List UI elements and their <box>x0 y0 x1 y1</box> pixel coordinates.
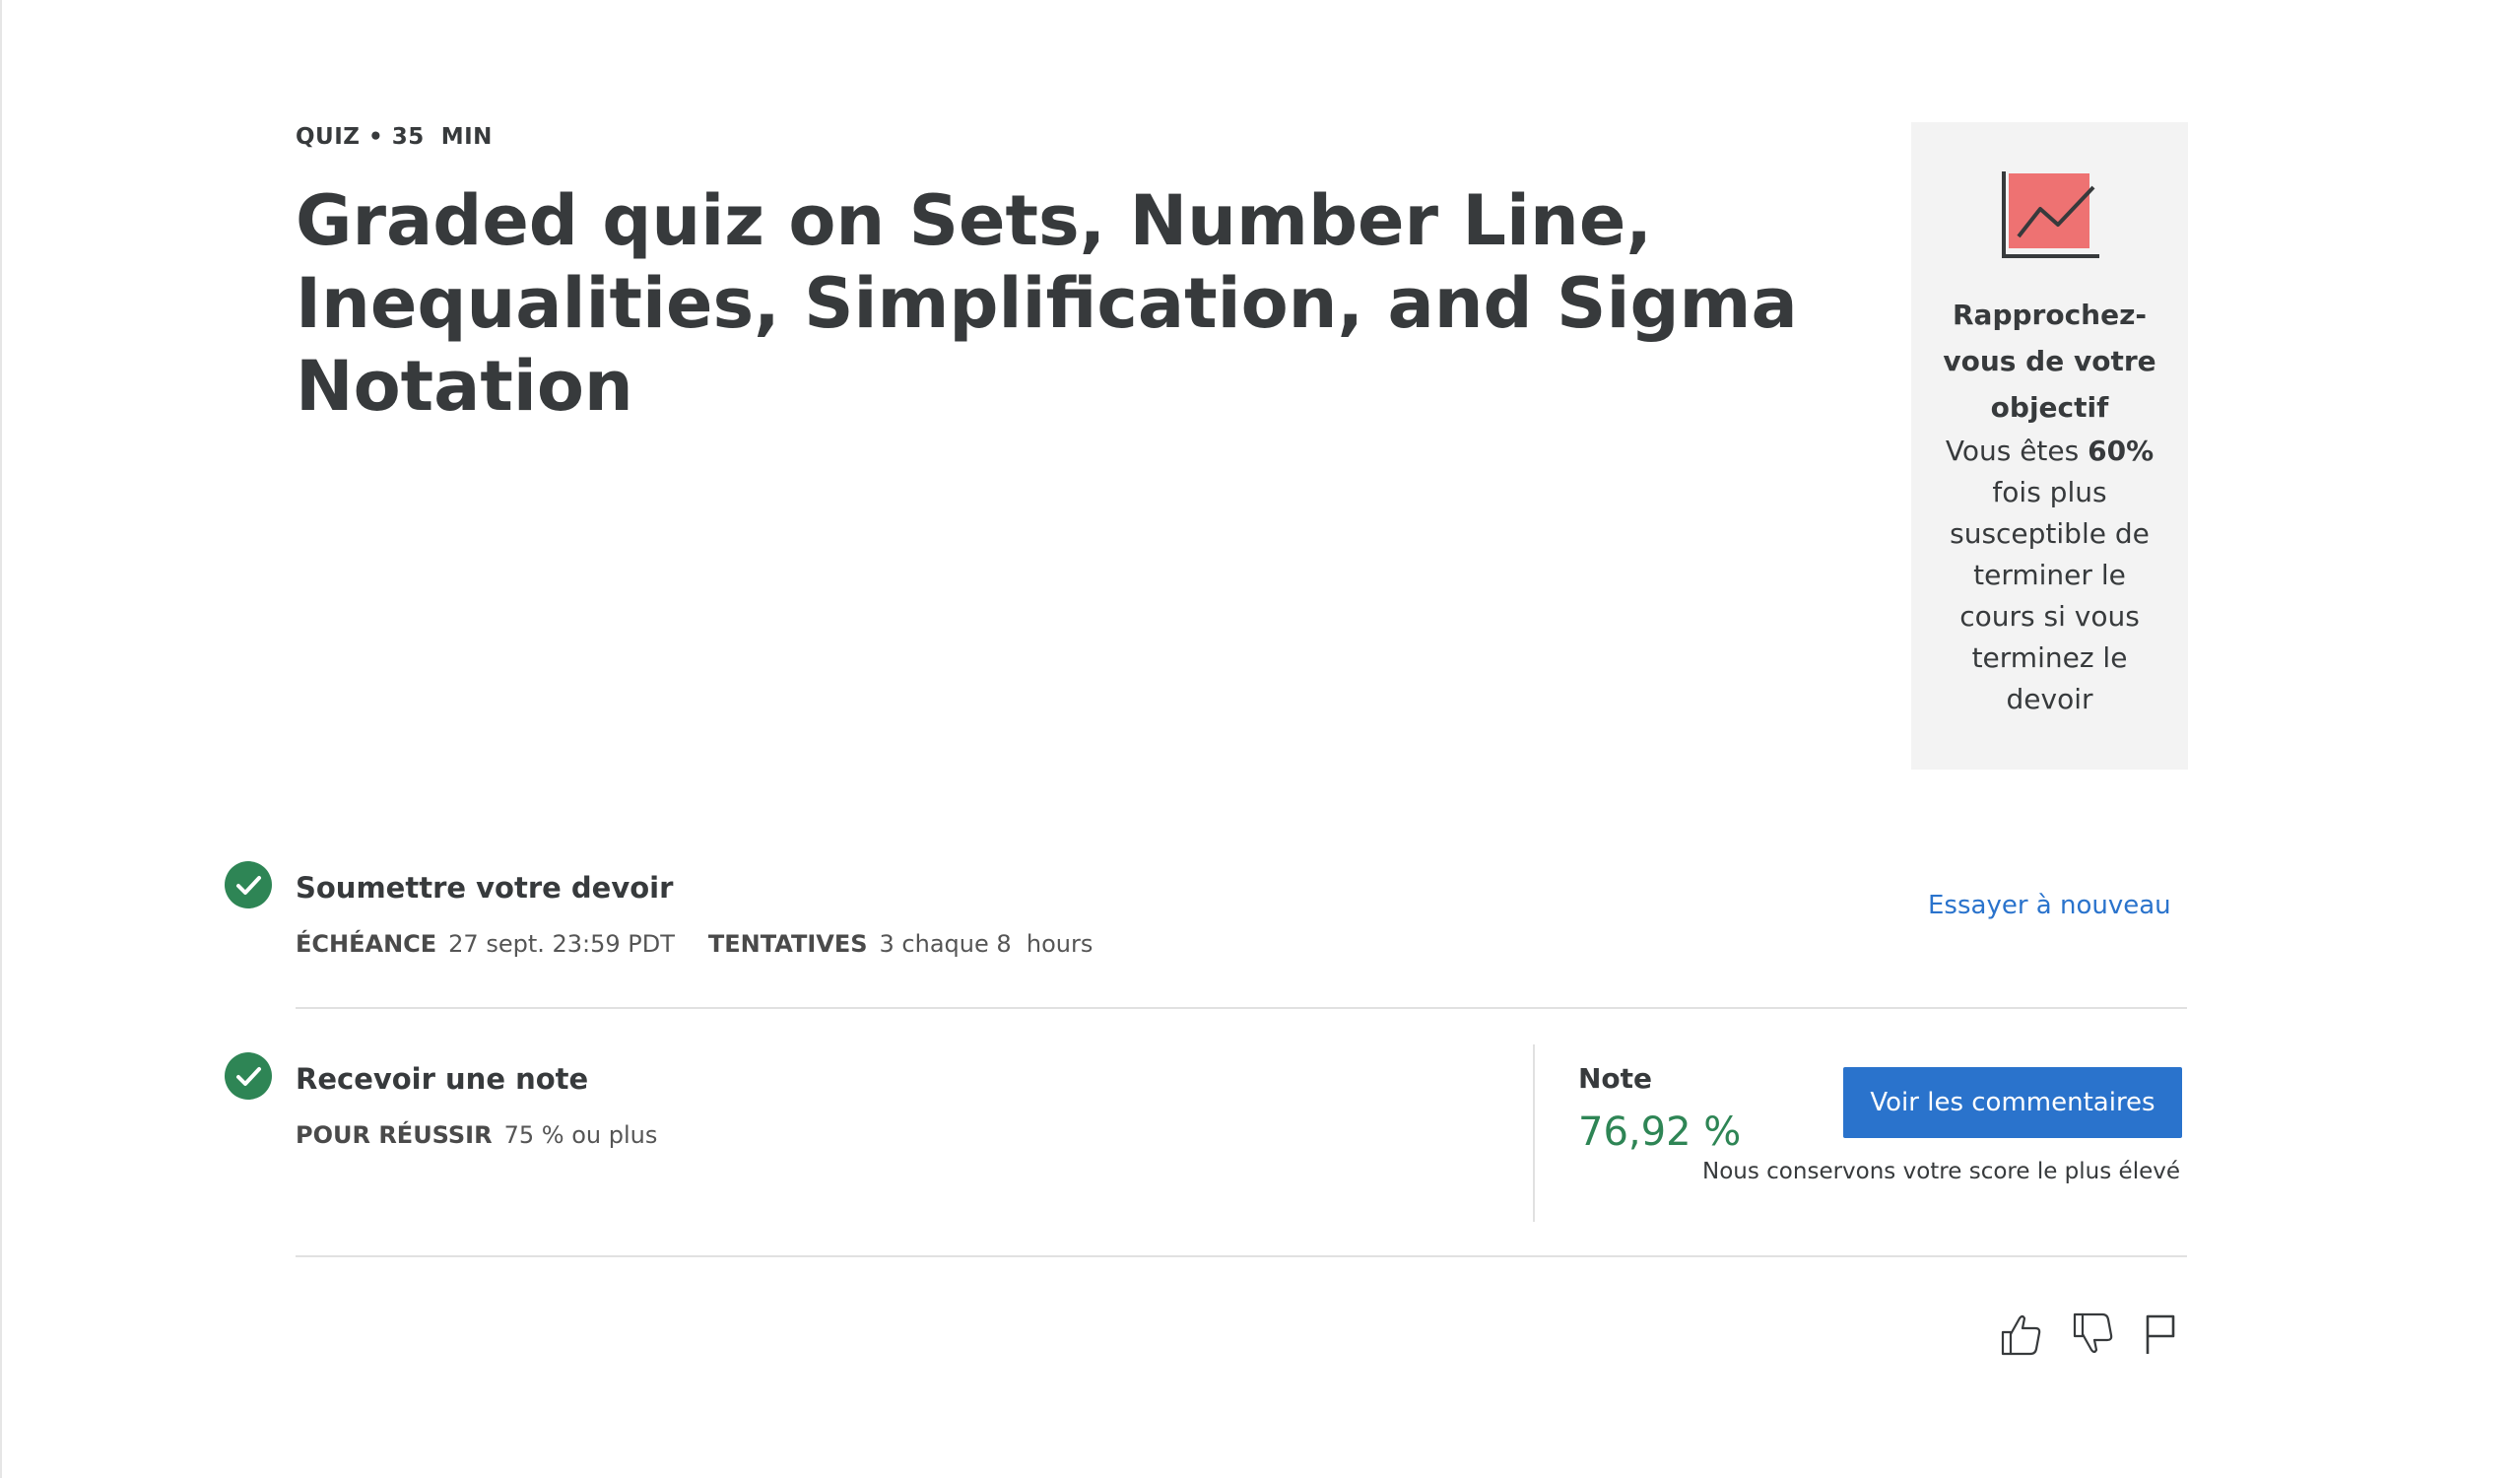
due-label: ÉCHÉANCE <box>296 930 437 958</box>
submit-check-icon <box>225 861 272 908</box>
item-duration: 35 MIN <box>391 124 493 150</box>
trend-chart-icon <box>1911 171 2188 262</box>
due-value: 27 sept. 23:59 PDT <box>448 930 675 958</box>
grade-check-icon <box>225 1052 272 1100</box>
grade-step-title: Recevoir une note <box>296 1062 589 1096</box>
item-meta: QUIZ • 35 MIN <box>296 124 493 150</box>
section-divider <box>296 1007 2187 1009</box>
grade-step-details: POUR RÉUSSIR 75 % ou plus <box>296 1121 691 1149</box>
grade-value: 76,92 % <box>1578 1109 1742 1155</box>
goal-text-after: fois plus susceptible de terminer le cou… <box>1950 435 2163 715</box>
meta-separator: • <box>367 124 384 150</box>
retry-link[interactable]: Essayer à nouveau <box>1928 891 2171 920</box>
page-title: Graded quiz on Sets, Number Line, Inequa… <box>296 180 1798 427</box>
grade-label: Note <box>1578 1062 1653 1095</box>
goal-text-before: Vous êtes <box>1945 435 2089 467</box>
grade-vertical-divider <box>1533 1044 1535 1222</box>
pass-value: 75 % ou plus <box>503 1121 658 1149</box>
goal-card: Rapprochez-vous de votre objectif Vous ê… <box>1911 122 2188 770</box>
goal-heading: Rapprochez-vous de votre objectif <box>1943 299 2156 424</box>
thumbs-up-icon[interactable] <box>1998 1310 2045 1358</box>
submit-step-title: Soumettre votre devoir <box>296 871 674 905</box>
attempts-value: 3 chaque 8 hours <box>879 930 1094 958</box>
section-divider-bottom <box>296 1255 2187 1257</box>
pass-label: POUR RÉUSSIR <box>296 1121 493 1149</box>
goal-text: Vous êtes 60% fois plus susceptible de t… <box>1937 431 2163 720</box>
flag-icon[interactable] <box>2138 1310 2185 1358</box>
quiz-page: QUIZ • 35 MIN Graded quiz on Sets, Numbe… <box>0 0 2520 1478</box>
item-type: QUIZ <box>296 124 361 150</box>
attempts-label: TENTATIVES <box>707 930 868 958</box>
thumbs-down-icon[interactable] <box>2070 1310 2117 1358</box>
highest-score-note: Nous conservons votre score le plus élev… <box>1702 1159 2180 1184</box>
goal-highlight: 60% <box>2088 435 2155 467</box>
view-feedback-button[interactable]: Voir les commentaires <box>1843 1067 2182 1138</box>
submit-step-details: ÉCHÉANCE 27 sept. 23:59 PDT TENTATIVES 3 ch… <box>296 930 1126 958</box>
